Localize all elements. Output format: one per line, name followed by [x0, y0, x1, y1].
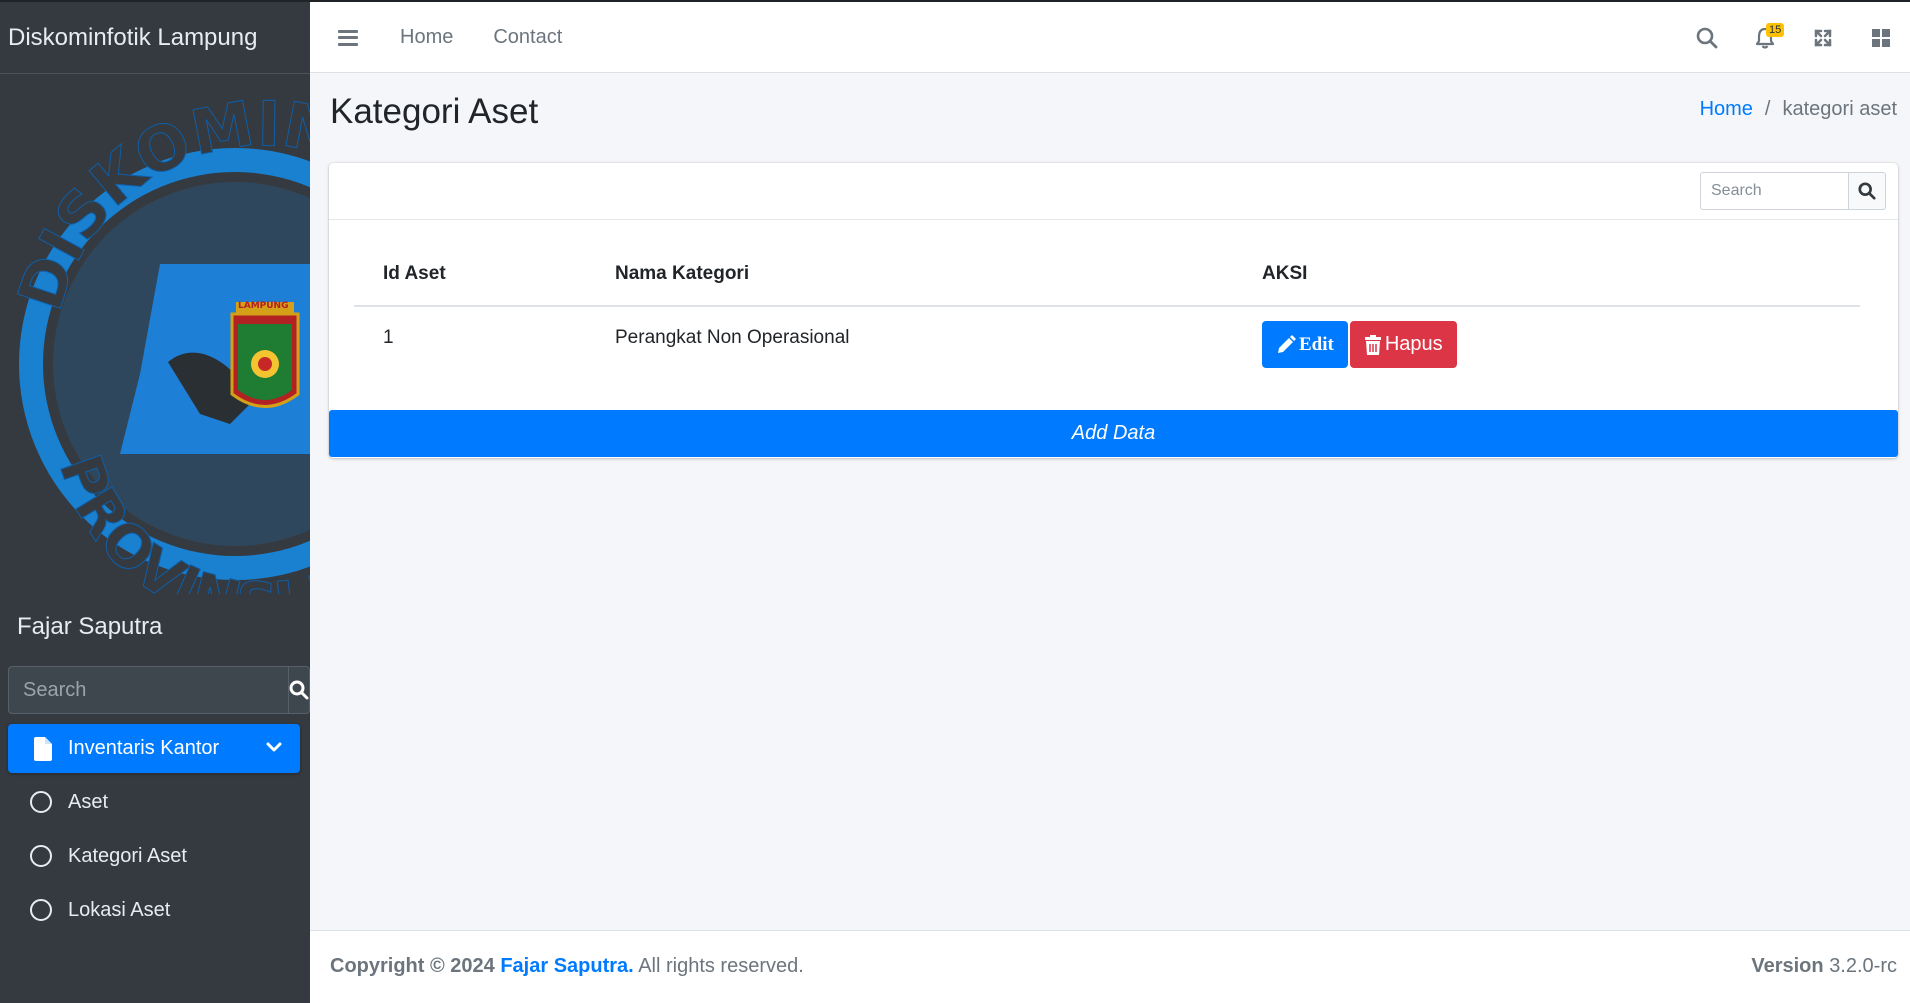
sidebar-search [8, 666, 310, 714]
sidebar-item-label: Aset [68, 790, 109, 813]
rights-text: All rights reserved. [638, 955, 804, 977]
brand-text: Diskominfotik Lampung [8, 23, 258, 51]
cell-aksi: Edit Hapus [1233, 306, 1860, 384]
grid-icon[interactable] [1852, 13, 1910, 63]
circle-icon [30, 791, 52, 813]
bell-icon[interactable]: 15 [1736, 13, 1794, 63]
column-header-id: Id Aset [354, 242, 586, 307]
breadcrumb: Home / kategori aset [1700, 98, 1897, 121]
table-search-button[interactable] [1848, 172, 1886, 210]
table-header-row: Id Aset Nama Kategori AKSI [354, 242, 1860, 307]
column-header-nama: Nama Kategori [586, 242, 1233, 307]
column-header-aksi: AKSI [1233, 242, 1860, 307]
footer: Copyright © 2024 Fajar Saputra. All righ… [310, 930, 1910, 1003]
footer-version: Version 3.2.0-rc [1751, 955, 1897, 978]
file-icon [34, 736, 52, 761]
trash-icon [1364, 334, 1381, 355]
pencil-icon [1278, 334, 1296, 353]
author-link[interactable]: Fajar Saputra. [500, 955, 633, 977]
circle-icon [30, 845, 52, 867]
delete-button[interactable]: Hapus [1349, 321, 1457, 368]
top-navbar: Home Contact 15 [310, 0, 1910, 73]
breadcrumb-current: kategori aset [1782, 98, 1897, 120]
sidebar-search-button[interactable] [288, 666, 310, 714]
nav-link-home[interactable]: Home [400, 26, 453, 49]
sidebar-item-label: Lokasi Aset [68, 898, 171, 921]
card-header [329, 163, 1898, 220]
version-label: Version [1751, 955, 1824, 977]
footer-copyright: Copyright © 2024 Fajar Saputra. All righ… [330, 955, 804, 978]
cell-nama: Perangkat Non Operasional [615, 327, 850, 348]
table-search-input[interactable] [1700, 172, 1848, 210]
notification-badge: 15 [1766, 22, 1785, 37]
sidebar-item-label: Kategori Aset [68, 844, 187, 867]
chevron-down-icon [266, 738, 282, 761]
cell-id: 1 [383, 327, 394, 348]
table-row: 1 Perangkat Non Operasional Edit Hapus [354, 306, 1860, 384]
breadcrumb-separator: / [1764, 98, 1771, 120]
delete-label: Hapus [1384, 333, 1443, 355]
search-icon [289, 680, 309, 700]
fullscreen-icon[interactable] [1794, 13, 1852, 63]
breadcrumb-home[interactable]: Home [1700, 98, 1753, 121]
user-name[interactable]: Fajar Saputra [0, 604, 310, 650]
menu-icon[interactable] [338, 29, 358, 46]
add-data-button[interactable]: Add Data [329, 410, 1898, 457]
sidebar-item-lokasi-aset[interactable]: Lokasi Aset [30, 890, 170, 930]
table-search [1700, 172, 1886, 210]
page-title: Kategori Aset [330, 92, 539, 131]
circle-icon [30, 899, 52, 921]
sidebar-search-input[interactable] [8, 666, 288, 714]
search-icon [1858, 182, 1876, 200]
svg-text:LAMPUNG: LAMPUNG [238, 301, 288, 311]
version-value: 3.2.0-rc [1829, 955, 1897, 977]
sidebar-item-kategori-aset[interactable]: Kategori Aset [30, 836, 187, 876]
edit-label: Edit [1299, 333, 1334, 355]
sidebar-item-aset[interactable]: Aset [30, 782, 108, 822]
nav-link-contact[interactable]: Contact [493, 26, 562, 49]
copyright-text: Copyright © 2024 [330, 955, 495, 977]
user-logo: DISKOMIN PROVINSI LA LAMPUNG [0, 74, 310, 594]
sidebar-item-label: Inventaris Kantor [68, 737, 220, 759]
brand-link[interactable]: Diskominfotik Lampung [0, 2, 310, 74]
edit-button[interactable]: Edit [1262, 321, 1348, 368]
kategori-table: Id Aset Nama Kategori AKSI 1 Perangkat N… [354, 242, 1860, 384]
diskominfo-logo-icon: DISKOMIN PROVINSI LA LAMPUNG [3, 86, 310, 594]
sidebar-item-inventaris-kantor[interactable]: Inventaris Kantor [8, 724, 300, 773]
search-icon[interactable] [1678, 13, 1736, 63]
sidebar: Diskominfotik Lampung DISKOMIN [0, 0, 310, 1003]
